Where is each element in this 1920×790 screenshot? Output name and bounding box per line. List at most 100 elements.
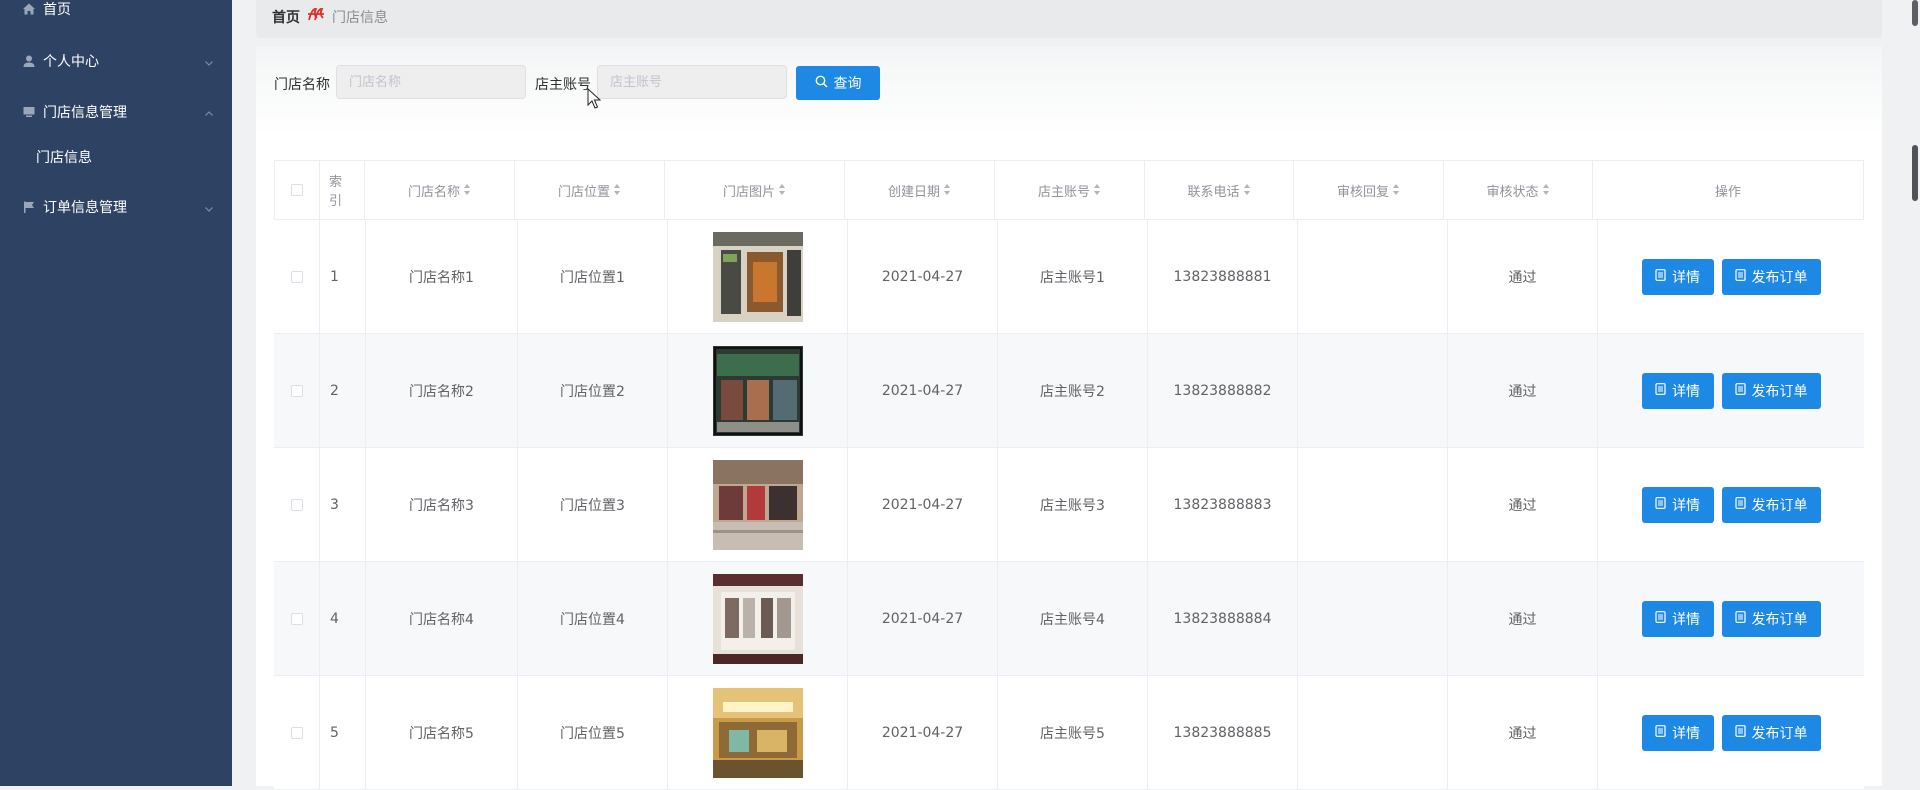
column-header-index-part: 引 [329, 194, 343, 209]
store-image[interactable] [712, 459, 803, 550]
row-review-reply [1298, 448, 1448, 561]
search-icon [815, 75, 828, 92]
sort-icon[interactable] [1542, 184, 1550, 196]
table-row: 3 门店名称3 门店位置3 2021-04-27 店主账号3 13823888883 通过详… [274, 448, 1864, 562]
store-image[interactable] [712, 231, 803, 322]
row-checkbox[interactable] [290, 384, 303, 397]
row-index: 4 [320, 562, 366, 675]
scrollbar-thumb[interactable] [1912, 145, 1918, 201]
publish-order-button[interactable]: 发布订单 [1721, 486, 1821, 523]
sidebar-item-label: 订单信息管理 [43, 200, 127, 216]
breadcrumb-home[interactable]: 首页 [272, 7, 300, 27]
row-created-date: 2021-04-27 [848, 562, 998, 675]
row-index: 1 [320, 220, 366, 333]
document-icon [1734, 724, 1746, 741]
publish-order-button[interactable]: 发布订单 [1721, 258, 1821, 295]
sort-icon[interactable] [1393, 184, 1400, 196]
query-button[interactable]: 查询 [796, 66, 880, 100]
row-review-status: 通过 [1448, 220, 1598, 333]
store-image[interactable] [712, 345, 803, 436]
sort-icon[interactable] [1243, 184, 1251, 196]
publish-order-button[interactable]: 发布订单 [1721, 372, 1821, 409]
sidebar-subitem-label: 门店信息 [36, 150, 92, 166]
table-row: 2 门店名称2 门店位置2 2021-04-27 店主账号2 13823888882 通过详… [274, 334, 1864, 448]
publish-order-button-label: 发布订单 [1751, 383, 1808, 400]
sidebar-item-label: 个人中心 [43, 54, 99, 70]
sidebar-item-personal-center[interactable]: 个人中心 [0, 41, 232, 81]
document-icon [1734, 610, 1746, 627]
publish-order-button-label: 发布订单 [1751, 725, 1808, 742]
row-owner-account: 店主账号4 [998, 562, 1148, 675]
sidebar-item-label: 门店信息管理 [43, 105, 127, 121]
row-review-reply [1298, 220, 1448, 333]
row-actions: 详情 发布订单 [1598, 676, 1864, 789]
detail-button[interactable]: 详情 [1641, 600, 1714, 637]
document-icon [1655, 724, 1666, 741]
publish-order-button[interactable]: 发布订单 [1721, 600, 1821, 637]
column-header-owner-account[interactable]: 店主账号 [995, 161, 1145, 219]
detail-button[interactable]: 详情 [1641, 258, 1714, 295]
store-image[interactable] [712, 687, 803, 778]
sidebar-item-home[interactable]: 首页 [0, 0, 232, 29]
column-header-created-date[interactable]: 创建日期 [845, 161, 995, 219]
row-store-image-cell [668, 334, 848, 447]
column-header-label: 审核回复 [1336, 184, 1389, 200]
row-store-image-cell [668, 220, 848, 333]
sidebar: 首页 个人中心 门店信息管理 门店信息 订单信息管理 [0, 0, 232, 786]
column-header-store-name[interactable]: 门店名称 [365, 161, 515, 219]
document-icon [1655, 382, 1666, 399]
row-index: 3 [320, 448, 366, 561]
sidebar-item-order-management[interactable]: 订单信息管理 [0, 187, 232, 227]
column-header-store-image[interactable]: 门店图片 [665, 161, 845, 219]
row-store-image-cell [668, 676, 848, 789]
column-header-label: 门店图片 [722, 184, 775, 200]
row-store-location: 门店位置3 [518, 448, 668, 561]
mouse-cursor-icon [587, 87, 602, 110]
sort-icon[interactable] [944, 184, 951, 196]
detail-button[interactable]: 详情 [1641, 372, 1714, 409]
monitor-icon [22, 105, 36, 119]
detail-button[interactable]: 详情 [1641, 714, 1714, 751]
row-phone: 13823888884 [1148, 562, 1298, 675]
row-owner-account: 店主账号5 [998, 676, 1148, 789]
detail-button[interactable]: 详情 [1641, 486, 1714, 523]
row-select-cell [274, 562, 320, 675]
row-store-location: 门店位置4 [518, 562, 668, 675]
scrollbar[interactable] [1910, 0, 1920, 786]
row-owner-account: 店主账号1 [998, 220, 1148, 333]
row-index: 5 [320, 676, 366, 789]
row-checkbox[interactable] [290, 270, 303, 283]
sort-icon[interactable] [779, 184, 786, 196]
row-actions: 详情 发布订单 [1598, 562, 1864, 675]
select-all-checkbox[interactable] [291, 184, 303, 196]
column-header-review-reply[interactable]: 审核回复 [1294, 161, 1444, 219]
column-header-store-location[interactable]: 门店位置 [515, 161, 665, 219]
row-actions: 详情 发布订单 [1598, 448, 1864, 561]
sort-icon[interactable] [614, 184, 621, 196]
row-owner-account: 店主账号3 [998, 448, 1148, 561]
column-header-index: 索 引 [320, 161, 365, 219]
column-header-phone[interactable]: 联系电话 [1145, 161, 1294, 219]
chevron-up-icon [204, 107, 214, 117]
store-name-input[interactable] [336, 65, 526, 99]
sort-icon[interactable] [1094, 184, 1101, 196]
table-row: 1 门店名称1 门店位置1 2021-04-27 店主账号1 13823888881 通过详… [274, 220, 1864, 334]
flag-icon [22, 200, 36, 214]
row-review-reply [1298, 334, 1448, 447]
breadcrumb: 首页 门店信息 [256, 0, 1882, 38]
row-checkbox[interactable] [290, 726, 303, 739]
sort-icon[interactable] [464, 184, 471, 196]
column-header-review-status[interactable]: 审核状态 [1444, 161, 1593, 219]
scrollbar-top-thumb[interactable] [1912, 0, 1918, 26]
owner-account-input[interactable] [597, 65, 787, 99]
document-icon [1655, 496, 1666, 513]
column-header-actions: 操作 [1593, 161, 1863, 219]
publish-order-button[interactable]: 发布订单 [1721, 714, 1821, 751]
row-phone: 13823888885 [1148, 676, 1298, 789]
sidebar-item-store-management[interactable]: 门店信息管理 [0, 92, 232, 132]
row-checkbox[interactable] [290, 612, 303, 625]
sidebar-subitem-store-info[interactable]: 门店信息 [0, 137, 232, 177]
store-image[interactable] [712, 573, 803, 664]
row-checkbox[interactable] [290, 498, 303, 511]
breadcrumb-current: 门店信息 [332, 10, 388, 26]
